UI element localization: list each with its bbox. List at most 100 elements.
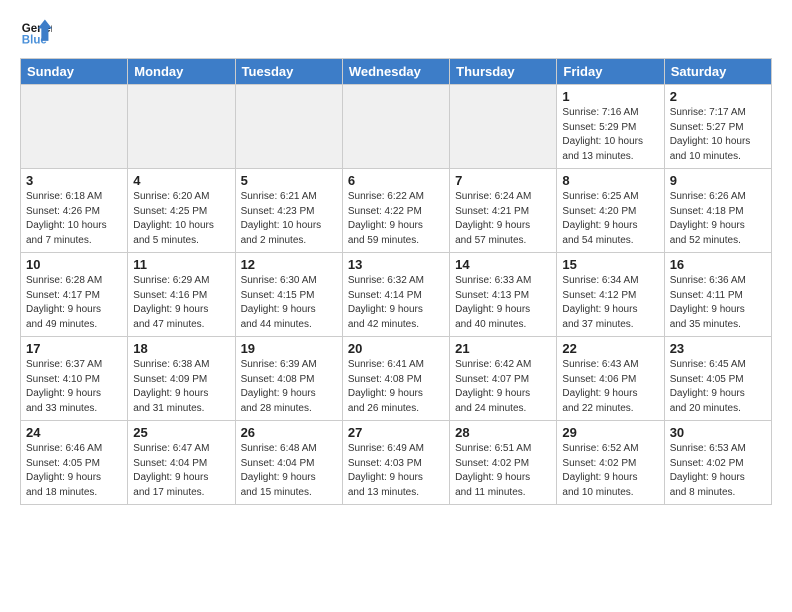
day-cell: 22 Sunrise: 6:43 AM Sunset: 4:06 PM Dayli… xyxy=(557,337,664,421)
week-row-2: 3 Sunrise: 6:18 AM Sunset: 4:26 PM Daylig… xyxy=(21,169,772,253)
day-cell: 26 Sunrise: 6:48 AM Sunset: 4:04 PM Dayli… xyxy=(235,421,342,505)
day-info: Sunrise: 6:45 AM Sunset: 4:05 PM Dayligh… xyxy=(670,358,766,416)
day-number: 25 xyxy=(133,425,229,440)
day-cell: 20 Sunrise: 6:41 AM Sunset: 4:08 PM Dayli… xyxy=(342,337,449,421)
day-number: 29 xyxy=(562,425,658,440)
day-info: Sunrise: 6:24 AM Sunset: 4:21 PM Dayligh… xyxy=(455,190,551,248)
day-cell: 25 Sunrise: 6:47 AM Sunset: 4:04 PM Dayli… xyxy=(128,421,235,505)
day-info: Sunrise: 6:38 AM Sunset: 4:09 PM Dayligh… xyxy=(133,358,229,416)
day-number: 30 xyxy=(670,425,766,440)
day-number: 6 xyxy=(348,173,444,188)
day-info: Sunrise: 6:33 AM Sunset: 4:13 PM Dayligh… xyxy=(455,274,551,332)
day-cell: 11 Sunrise: 6:29 AM Sunset: 4:16 PM Dayli… xyxy=(128,253,235,337)
day-number: 5 xyxy=(241,173,337,188)
day-cell: 29Sunrise: 6:52 AM Sunset: 4:02 PM Dayli… xyxy=(557,421,664,505)
col-header-tuesday: Tuesday xyxy=(235,59,342,85)
col-header-wednesday: Wednesday xyxy=(342,59,449,85)
day-number: 8 xyxy=(562,173,658,188)
day-cell: 28 Sunrise: 6:51 AM Sunset: 4:02 PM Dayli… xyxy=(450,421,557,505)
day-number: 22 xyxy=(562,341,658,356)
col-header-sunday: Sunday xyxy=(21,59,128,85)
day-number: 7 xyxy=(455,173,551,188)
day-cell: 8 Sunrise: 6:25 AM Sunset: 4:20 PM Daylig… xyxy=(557,169,664,253)
day-cell: 15 Sunrise: 6:34 AM Sunset: 4:12 PM Dayli… xyxy=(557,253,664,337)
logo-icon: General Blue xyxy=(20,16,52,48)
day-cell xyxy=(450,85,557,169)
day-number: 11 xyxy=(133,257,229,272)
day-number: 27 xyxy=(348,425,444,440)
day-number: 10 xyxy=(26,257,122,272)
day-cell: 17 Sunrise: 6:37 AM Sunset: 4:10 PM Dayli… xyxy=(21,337,128,421)
day-cell: 12 Sunrise: 6:30 AM Sunset: 4:15 PM Dayli… xyxy=(235,253,342,337)
day-cell: 4 Sunrise: 6:20 AM Sunset: 4:25 PM Daylig… xyxy=(128,169,235,253)
week-row-1: 1 Sunrise: 7:16 AM Sunset: 5:29 PM Daylig… xyxy=(21,85,772,169)
day-cell: 18Sunrise: 6:38 AM Sunset: 4:09 PM Dayli… xyxy=(128,337,235,421)
day-info: Sunrise: 6:25 AM Sunset: 4:20 PM Dayligh… xyxy=(562,190,658,248)
day-cell: 21Sunrise: 6:42 AM Sunset: 4:07 PM Dayli… xyxy=(450,337,557,421)
day-info: Sunrise: 6:39 AM Sunset: 4:08 PM Dayligh… xyxy=(241,358,337,416)
day-info: Sunrise: 6:29 AM Sunset: 4:16 PM Dayligh… xyxy=(133,274,229,332)
day-number: 23 xyxy=(670,341,766,356)
day-info: Sunrise: 6:21 AM Sunset: 4:23 PM Dayligh… xyxy=(241,190,337,248)
day-number: 12 xyxy=(241,257,337,272)
calendar-header-row: SundayMondayTuesdayWednesdayThursdayFrid… xyxy=(21,59,772,85)
col-header-saturday: Saturday xyxy=(664,59,771,85)
day-cell: 14 Sunrise: 6:33 AM Sunset: 4:13 PM Dayli… xyxy=(450,253,557,337)
day-info: Sunrise: 6:43 AM Sunset: 4:06 PM Dayligh… xyxy=(562,358,658,416)
day-number: 16 xyxy=(670,257,766,272)
day-info: Sunrise: 6:47 AM Sunset: 4:04 PM Dayligh… xyxy=(133,442,229,500)
day-cell: 24 Sunrise: 6:46 AM Sunset: 4:05 PM Dayli… xyxy=(21,421,128,505)
day-cell xyxy=(21,85,128,169)
day-number: 14 xyxy=(455,257,551,272)
day-info: Sunrise: 6:26 AM Sunset: 4:18 PM Dayligh… xyxy=(670,190,766,248)
day-info: Sunrise: 6:49 AM Sunset: 4:03 PM Dayligh… xyxy=(348,442,444,500)
day-number: 3 xyxy=(26,173,122,188)
day-info: Sunrise: 6:46 AM Sunset: 4:05 PM Dayligh… xyxy=(26,442,122,500)
day-number: 2 xyxy=(670,89,766,104)
day-info: Sunrise: 6:28 AM Sunset: 4:17 PM Dayligh… xyxy=(26,274,122,332)
day-cell xyxy=(235,85,342,169)
day-info: Sunrise: 7:16 AM Sunset: 5:29 PM Dayligh… xyxy=(562,106,658,164)
col-header-monday: Monday xyxy=(128,59,235,85)
calendar: SundayMondayTuesdayWednesdayThursdayFrid… xyxy=(20,58,772,505)
day-cell: 6 Sunrise: 6:22 AM Sunset: 4:22 PM Daylig… xyxy=(342,169,449,253)
col-header-thursday: Thursday xyxy=(450,59,557,85)
day-info: Sunrise: 6:41 AM Sunset: 4:08 PM Dayligh… xyxy=(348,358,444,416)
week-row-3: 10 Sunrise: 6:28 AM Sunset: 4:17 PM Dayli… xyxy=(21,253,772,337)
day-number: 19 xyxy=(241,341,337,356)
day-number: 28 xyxy=(455,425,551,440)
day-number: 4 xyxy=(133,173,229,188)
day-number: 13 xyxy=(348,257,444,272)
day-info: Sunrise: 6:22 AM Sunset: 4:22 PM Dayligh… xyxy=(348,190,444,248)
day-number: 1 xyxy=(562,89,658,104)
col-header-friday: Friday xyxy=(557,59,664,85)
day-info: Sunrise: 6:36 AM Sunset: 4:11 PM Dayligh… xyxy=(670,274,766,332)
day-info: Sunrise: 6:32 AM Sunset: 4:14 PM Dayligh… xyxy=(348,274,444,332)
day-info: Sunrise: 6:37 AM Sunset: 4:10 PM Dayligh… xyxy=(26,358,122,416)
day-number: 17 xyxy=(26,341,122,356)
day-number: 26 xyxy=(241,425,337,440)
day-info: Sunrise: 6:51 AM Sunset: 4:02 PM Dayligh… xyxy=(455,442,551,500)
day-info: Sunrise: 6:48 AM Sunset: 4:04 PM Dayligh… xyxy=(241,442,337,500)
day-cell: 30 Sunrise: 6:53 AM Sunset: 4:02 PM Dayli… xyxy=(664,421,771,505)
day-info: Sunrise: 6:53 AM Sunset: 4:02 PM Dayligh… xyxy=(670,442,766,500)
day-cell: 10 Sunrise: 6:28 AM Sunset: 4:17 PM Dayli… xyxy=(21,253,128,337)
week-row-4: 17 Sunrise: 6:37 AM Sunset: 4:10 PM Dayli… xyxy=(21,337,772,421)
day-cell: 2Sunrise: 7:17 AM Sunset: 5:27 PM Daylig… xyxy=(664,85,771,169)
day-number: 24 xyxy=(26,425,122,440)
day-cell: 13 Sunrise: 6:32 AM Sunset: 4:14 PM Dayli… xyxy=(342,253,449,337)
day-info: Sunrise: 6:30 AM Sunset: 4:15 PM Dayligh… xyxy=(241,274,337,332)
day-number: 15 xyxy=(562,257,658,272)
day-cell: 23 Sunrise: 6:45 AM Sunset: 4:05 PM Dayli… xyxy=(664,337,771,421)
day-cell xyxy=(342,85,449,169)
day-info: Sunrise: 6:34 AM Sunset: 4:12 PM Dayligh… xyxy=(562,274,658,332)
day-number: 9 xyxy=(670,173,766,188)
day-info: Sunrise: 6:20 AM Sunset: 4:25 PM Dayligh… xyxy=(133,190,229,248)
header: General Blue xyxy=(20,16,772,48)
day-info: Sunrise: 6:18 AM Sunset: 4:26 PM Dayligh… xyxy=(26,190,122,248)
day-cell: 3 Sunrise: 6:18 AM Sunset: 4:26 PM Daylig… xyxy=(21,169,128,253)
day-cell: 5 Sunrise: 6:21 AM Sunset: 4:23 PM Daylig… xyxy=(235,169,342,253)
day-number: 20 xyxy=(348,341,444,356)
day-cell: 19 Sunrise: 6:39 AM Sunset: 4:08 PM Dayli… xyxy=(235,337,342,421)
day-cell: 1 Sunrise: 7:16 AM Sunset: 5:29 PM Daylig… xyxy=(557,85,664,169)
